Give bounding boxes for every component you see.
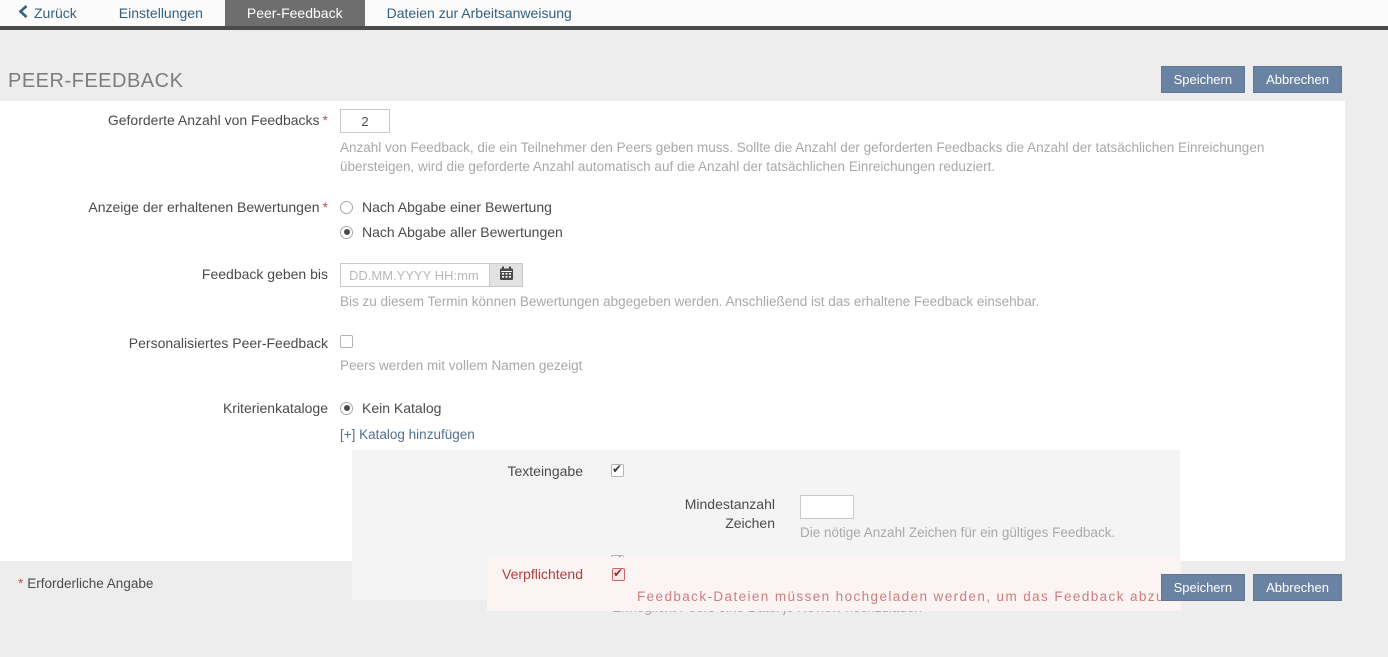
- rating-display-label: Anzeige der erhaltenen Bewertungen*: [0, 196, 340, 215]
- row-personalized: Personalisiertes Peer-Feedback Peers wer…: [0, 332, 1345, 375]
- tab-peer-feedback[interactable]: Peer-Feedback: [225, 0, 365, 26]
- cancel-button-bottom[interactable]: Abbrechen: [1253, 574, 1342, 601]
- deadline-label: Feedback geben bis: [0, 263, 340, 282]
- min-chars-help: Die nötige Anzahl Zeichen für ein gültig…: [800, 525, 1115, 540]
- row-deadline: Feedback geben bis: [0, 263, 1345, 311]
- personalized-label: Personalisiertes Peer-Feedback: [0, 332, 340, 351]
- row-min-chars: Mindestanzahl Zeichen Die nötige Anzahl …: [352, 495, 1180, 540]
- save-button-top[interactable]: Speichern: [1161, 66, 1246, 93]
- back-link[interactable]: Zurück: [0, 0, 97, 26]
- row-rating-display: Anzeige der erhaltenen Bewertungen* Nach…: [0, 196, 1345, 246]
- tab-label: Peer-Feedback: [247, 5, 343, 21]
- radio-button[interactable]: [340, 402, 353, 415]
- required-feedbacks-label: Geforderte Anzahl von Feedbacks*: [0, 109, 340, 128]
- personalized-checkbox[interactable]: [340, 335, 353, 348]
- row-required-feedbacks: Geforderte Anzahl von Feedbacks* Anzahl …: [0, 109, 1345, 176]
- tab-label: Einstellungen: [119, 5, 203, 21]
- radio-option-after-all: Nach Abgabe aller Bewertungen: [340, 221, 1335, 243]
- personalized-help: Peers werden mit vollem Namen gezeigt: [340, 356, 1335, 375]
- peer-feedback-form: Geforderte Anzahl von Feedbacks* Anzahl …: [0, 101, 1345, 561]
- radio-option-no-catalogue: Kein Katalog: [340, 397, 1335, 419]
- required-feedbacks-help: Anzahl von Feedback, die ein Teilnehmer …: [340, 138, 1335, 176]
- row-text-input: Texteingabe: [352, 462, 1180, 481]
- footer-buttons: Speichern Abbrechen: [1161, 574, 1342, 601]
- save-button-bottom[interactable]: Speichern: [1161, 574, 1246, 601]
- tab-einstellungen[interactable]: Einstellungen: [97, 0, 225, 26]
- required-feedbacks-input[interactable]: [340, 109, 390, 133]
- calendar-icon: [499, 266, 514, 284]
- deadline-help: Bis zu diesem Termin können Bewertungen …: [340, 292, 1335, 311]
- radio-button[interactable]: [340, 226, 353, 239]
- tab-dateien-arbeitsanweisung[interactable]: Dateien zur Arbeitsanweisung: [365, 0, 594, 26]
- text-input-checkbox[interactable]: [611, 464, 624, 477]
- header-buttons: Speichern Abbrechen: [1161, 66, 1342, 93]
- catalogues-label: Kriterienkataloge: [0, 397, 340, 416]
- cancel-button-top[interactable]: Abbrechen: [1253, 66, 1342, 93]
- required-asterisk: *: [18, 576, 23, 591]
- required-asterisk: *: [323, 199, 328, 215]
- radio-label: Kein Katalog: [362, 400, 441, 416]
- radio-button[interactable]: [340, 201, 353, 214]
- chevron-left-icon: [18, 5, 28, 21]
- min-chars-label: Mindestanzahl Zeichen: [352, 495, 775, 533]
- row-catalogues: Kriterienkataloge Kein Katalog [+] Katal…: [0, 397, 1345, 442]
- min-chars-input[interactable]: [800, 495, 854, 519]
- deadline-date-input[interactable]: [340, 263, 490, 287]
- page-title: PEER-FEEDBACK: [8, 70, 183, 93]
- tab-label: Dateien zur Arbeitsanweisung: [387, 5, 572, 21]
- radio-option-after-one: Nach Abgabe einer Bewertung: [340, 196, 1335, 218]
- text-input-label: Texteingabe: [352, 462, 583, 481]
- add-catalogue-link[interactable]: [+] Katalog hinzufügen: [340, 427, 475, 442]
- radio-label: Nach Abgabe einer Bewertung: [362, 199, 552, 215]
- calendar-button[interactable]: [490, 263, 523, 287]
- tab-bar: Zurück Einstellungen Peer-Feedback Datei…: [0, 0, 1388, 30]
- required-asterisk: *: [323, 112, 328, 128]
- form-footer: *Erforderliche Angabe Speichern Abbreche…: [0, 561, 1388, 653]
- back-link-label: Zurück: [34, 5, 77, 21]
- radio-label: Nach Abgabe aller Bewertungen: [362, 224, 563, 240]
- page-header: PEER-FEEDBACK Speichern Abbrechen: [0, 30, 1388, 101]
